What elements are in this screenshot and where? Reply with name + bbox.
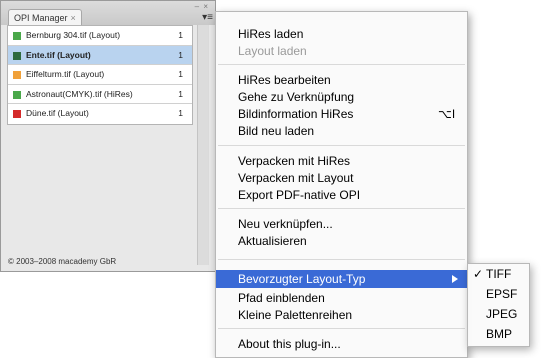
list-item[interactable]: Astronaut(CMYK).tif (HiRes) 1 <box>8 85 192 104</box>
status-swatch <box>13 71 21 79</box>
menu-separator <box>218 64 465 65</box>
list-item[interactable]: Eiffelturm.tif (Layout) 1 <box>8 65 192 85</box>
menu-separator <box>218 328 465 329</box>
menu-item-bevorzugter-layout-typ[interactable]: Bevorzugter Layout-Typ <box>238 271 365 287</box>
palette-window-controls[interactable]: – × <box>195 2 209 11</box>
list-item[interactable]: Düne.tif (Layout) 1 <box>8 104 192 124</box>
menu-item-gehe-zu-verknuepfung[interactable]: Gehe zu Verknüpfung <box>238 89 354 105</box>
item-count: 1 <box>178 88 183 99</box>
status-swatch <box>13 90 21 99</box>
menu-item-bildinformation[interactable]: Bildinformation HiRes ⌥I <box>238 106 456 122</box>
menu-item-hires-bearbeiten[interactable]: HiRes bearbeiten <box>238 72 331 88</box>
menu-item-about-plugin[interactable]: About this plug-in... <box>238 336 341 352</box>
submenu-item-epsf[interactable]: EPSF <box>486 286 517 302</box>
item-count: 1 <box>178 30 183 40</box>
copyright-footer: © 2003–2008 macademy GbR <box>8 257 117 266</box>
menu-item-label: Bildinformation HiRes <box>238 107 354 121</box>
item-name: Düne.tif (Layout) <box>26 108 89 118</box>
item-count: 1 <box>178 69 183 79</box>
menu-item-verpacken-hires[interactable]: Verpacken mit HiRes <box>238 153 350 169</box>
opi-manager-palette: – × OPI Manager × ▾≡ Bernburg 304.tif (La… <box>0 0 216 272</box>
menu-item-bild-neu-laden[interactable]: Bild neu laden <box>238 123 314 139</box>
item-count: 1 <box>178 108 183 118</box>
submenu-item-bmp[interactable]: BMP <box>486 326 512 342</box>
list-item[interactable]: Bernburg 304.tif (Layout) 1 <box>8 26 192 46</box>
image-list: Bernburg 304.tif (Layout) 1 Ente.tif (La… <box>7 25 193 125</box>
submenu-item-jpeg[interactable]: JPEG <box>486 306 517 322</box>
submenu-arrow-icon <box>452 275 458 283</box>
keyboard-shortcut: ⌥I <box>438 107 456 121</box>
item-count: 1 <box>178 49 183 60</box>
status-swatch <box>13 51 21 60</box>
submenu-item-tiff[interactable]: TIFF <box>486 266 511 282</box>
tab-close-icon[interactable]: × <box>71 13 76 23</box>
menu-separator <box>218 259 465 260</box>
menu-separator <box>218 145 465 146</box>
item-name: Eiffelturm.tif (Layout) <box>26 69 105 79</box>
tab-opi-manager[interactable]: OPI Manager × <box>8 9 82 25</box>
menu-item-verpacken-layout[interactable]: Verpacken mit Layout <box>238 170 353 186</box>
item-name: Bernburg 304.tif (Layout) <box>26 30 121 40</box>
menu-separator <box>218 208 465 209</box>
menu-item-layout-laden: Layout laden <box>238 44 307 58</box>
palette-scrollbar[interactable] <box>197 25 209 265</box>
palette-menu-icon[interactable]: ▾≡ <box>202 12 213 23</box>
palette-flyout-menu: HiRes laden Layout laden HiRes bearbeite… <box>215 11 468 358</box>
checkmark-icon: ✓ <box>473 267 484 281</box>
tab-label: OPI Manager <box>14 13 68 23</box>
item-name: Ente.tif (Layout) <box>26 49 91 60</box>
menu-item-export-pdf-opi[interactable]: Export PDF-native OPI <box>238 187 360 203</box>
list-item-selected[interactable]: Ente.tif (Layout) 1 <box>8 45 192 65</box>
status-swatch <box>13 110 21 118</box>
menu-item-hires-laden[interactable]: HiRes laden <box>238 26 303 42</box>
item-name: Astronaut(CMYK).tif (HiRes) <box>26 88 133 99</box>
layout-type-submenu: ✓ TIFF EPSF JPEG BMP <box>467 263 530 347</box>
status-swatch <box>13 32 21 40</box>
menu-item-kleine-palettenreihen[interactable]: Kleine Palettenreihen <box>238 307 352 323</box>
menu-item-aktualisieren[interactable]: Aktualisieren <box>238 233 307 249</box>
menu-item-pfad-einblenden[interactable]: Pfad einblenden <box>238 290 325 306</box>
menu-item-neu-verknuepfen[interactable]: Neu verknüpfen... <box>238 216 333 232</box>
